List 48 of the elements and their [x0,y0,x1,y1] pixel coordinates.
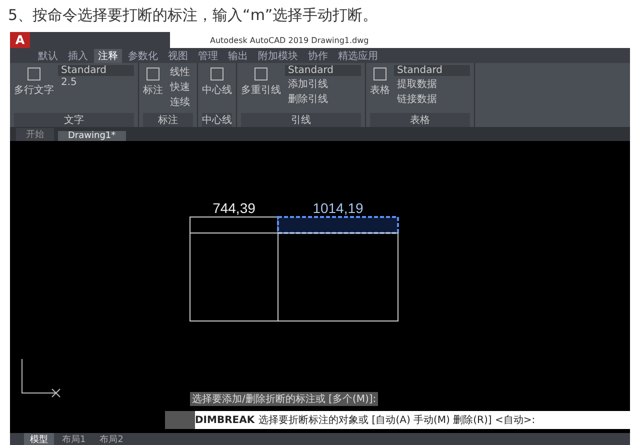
ribbon-tab[interactable]: 参数化 [124,48,162,62]
ribbon-tab[interactable]: 管理 [194,48,222,62]
window-title: Autodesk AutoCAD 2019 Drawing1.dwg [210,36,369,44]
panel-label: 文字 [14,113,134,127]
panel-label: 标注 [143,113,193,127]
ribbon-tab[interactable]: 协作 [304,48,332,62]
ribbon-tab[interactable]: 默认 [34,48,62,62]
ribbon-tool[interactable]: 标注 [143,65,163,97]
ribbon-tab[interactable]: 注释 [94,48,122,62]
layout-tab[interactable]: 布局2 [94,433,130,445]
tool-icon [371,65,389,83]
ribbon-tab[interactable]: 附加模块 [254,48,302,62]
ribbon-item[interactable]: 2.5 [58,77,134,88]
ribbon-item[interactable]: Standard [58,65,134,76]
file-tab[interactable]: Drawing1* [58,131,126,141]
command-history: 选择要添加/删除折断的标注或 [多个(M)]: [190,392,378,406]
ribbon-item[interactable]: 快速 [167,80,193,94]
layout-tab[interactable]: 布局1 [56,433,92,445]
app-menu-button[interactable]: A [10,32,30,48]
tool-icon [252,65,270,83]
ribbon-tab[interactable]: 视图 [164,48,192,62]
ribbon-tool[interactable]: 多重引线 [241,65,281,97]
ribbon-tool[interactable]: 中心线 [202,65,232,97]
step-instruction: 5、按命令选择要打断的标注，输入“m”选择手动打断。 [7,5,379,26]
ribbon-item[interactable]: 连续 [167,95,193,109]
ribbon-tab[interactable]: 输出 [224,48,252,62]
file-tab[interactable]: 开始 [16,128,54,141]
ribbon-item[interactable]: 链接数据 [394,92,470,106]
ribbon-item[interactable]: 提取数据 [394,77,470,91]
ribbon-tool[interactable]: 表格 [370,65,390,97]
ribbon-tab[interactable]: 插入 [64,48,92,62]
ribbon-item[interactable]: Standard [394,65,470,76]
ribbon-item[interactable]: 添加引线 [285,77,361,91]
dimension-text: 1014,19 [312,200,364,216]
panel-label: 表格 [370,113,470,127]
dimension-text: 744,39 [212,200,256,216]
ribbon-item[interactable]: 线性 [167,65,193,79]
ribbon-item[interactable]: 删除引线 [285,92,361,106]
tool-icon [25,65,43,83]
ribbon-tool[interactable]: 多行文字 [14,65,54,97]
ribbon-item[interactable]: Standard [285,65,361,76]
tool-icon [208,65,226,83]
panel-label: 引线 [241,113,361,127]
tool-icon [144,65,162,83]
ucs-icon [22,358,60,398]
ribbon-tab[interactable]: 精选应用 [334,48,382,62]
panel-label: 中心线 [202,113,232,127]
layout-tab[interactable]: 模型 [24,433,54,445]
